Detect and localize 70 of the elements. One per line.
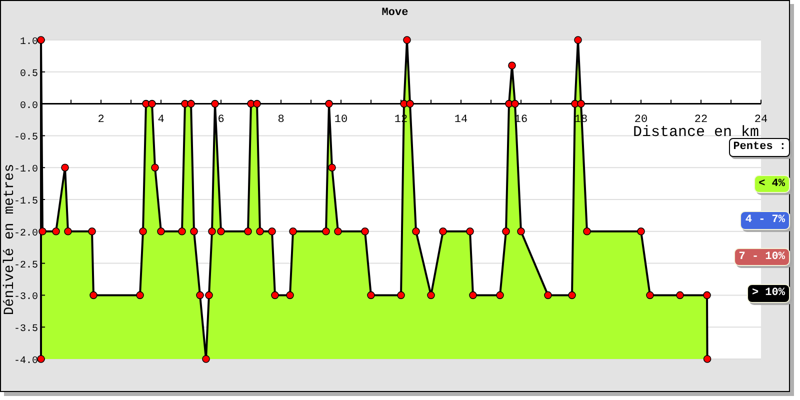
legend-item: < 4% — [754, 174, 790, 193]
data-point — [334, 228, 342, 236]
data-point — [157, 228, 165, 236]
data-point — [412, 228, 420, 236]
data-point — [427, 291, 435, 300]
x-tick-label: 6 — [218, 114, 224, 126]
data-point — [397, 291, 405, 300]
x-tick-label: 24 — [754, 114, 768, 126]
x-tick-label: 14 — [454, 114, 468, 126]
legend-title: Pentes : — [729, 138, 790, 156]
x-tick-label: 4 — [158, 114, 164, 126]
data-point — [403, 36, 411, 44]
y-tick-label: 0.5 — [20, 68, 38, 80]
data-point — [703, 291, 711, 300]
x-tick-label: 22 — [694, 114, 708, 126]
data-point — [61, 164, 69, 172]
data-point — [544, 291, 552, 300]
data-point — [37, 355, 45, 363]
data-point — [289, 228, 297, 236]
data-point — [211, 100, 219, 108]
data-point — [88, 228, 96, 236]
chart-title: Move — [382, 6, 408, 21]
data-point — [256, 228, 264, 236]
data-point — [325, 100, 333, 108]
data-point — [496, 291, 504, 300]
y-tick-label: -4.0 — [14, 356, 38, 367]
data-point — [190, 228, 198, 236]
data-point — [38, 228, 46, 236]
data-point — [508, 62, 516, 70]
data-point — [466, 228, 474, 236]
data-point — [90, 291, 98, 300]
data-point — [178, 228, 186, 236]
x-tick-label: 2 — [98, 114, 104, 126]
x-tick-label: 20 — [634, 114, 648, 126]
data-point — [37, 36, 45, 44]
data-point — [268, 228, 276, 236]
x-tick-label: 10 — [334, 114, 348, 126]
data-point — [439, 228, 447, 236]
data-point — [367, 291, 375, 300]
data-point — [202, 355, 210, 363]
data-point — [574, 36, 582, 44]
legend-item: 7 - 10% — [734, 248, 790, 266]
data-point — [502, 228, 510, 236]
y-tick-label: 0.0 — [20, 100, 38, 112]
data-point — [244, 228, 252, 236]
x-tick-label: 8 — [278, 114, 284, 126]
data-point — [676, 291, 684, 300]
data-point — [139, 228, 147, 236]
data-point — [328, 164, 336, 172]
legend-item: 4 - 7% — [740, 211, 790, 230]
x-axis-title: Distance en km — [632, 124, 759, 141]
data-point — [151, 164, 159, 172]
data-point — [646, 291, 654, 300]
data-point — [286, 291, 294, 300]
data-point — [517, 228, 525, 236]
data-point — [322, 228, 330, 236]
y-tick-label: -0.5 — [14, 132, 38, 144]
data-point — [637, 228, 645, 236]
data-point — [568, 291, 576, 300]
data-point — [64, 228, 72, 236]
legend-item: > 10% — [746, 284, 790, 302]
data-point — [52, 228, 60, 236]
data-point — [271, 291, 279, 300]
data-point — [361, 228, 369, 236]
y-tick-label: 1.0 — [20, 37, 38, 48]
data-point — [583, 228, 591, 236]
data-point — [703, 355, 712, 363]
y-tick-label: -3.5 — [14, 324, 38, 336]
data-point — [469, 291, 477, 300]
data-point — [136, 291, 144, 300]
